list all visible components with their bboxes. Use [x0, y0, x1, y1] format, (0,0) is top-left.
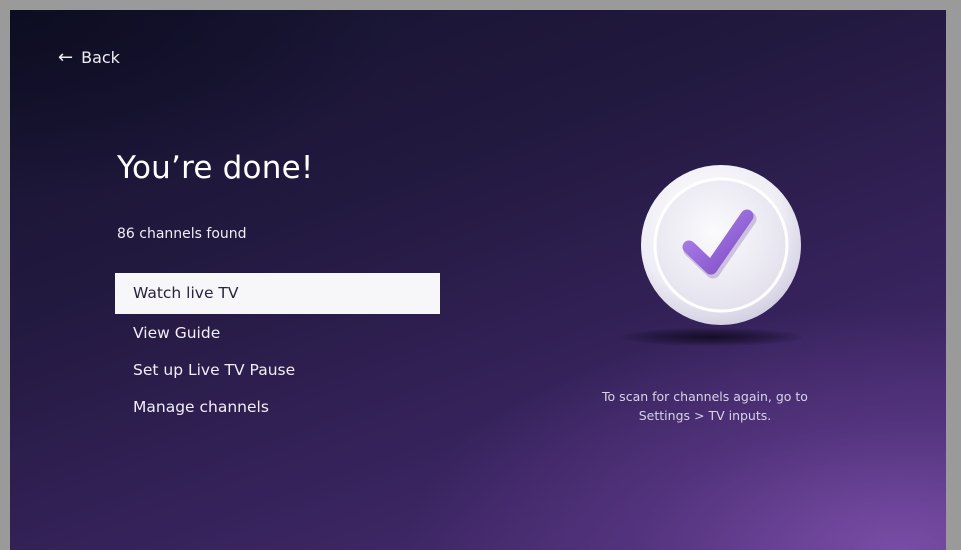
channels-found-text: 86 channels found [117, 226, 247, 242]
arrow-left-icon: ← [58, 46, 74, 68]
back-button[interactable]: ← Back [58, 48, 120, 67]
options-menu: Watch live TV View Guide Set up Live TV … [115, 273, 440, 426]
menu-item-view-guide[interactable]: View Guide [115, 315, 440, 352]
tv-frame: ← Back You’re done! 86 channels found Wa… [8, 8, 951, 550]
rescan-hint-line-2: Settings > TV inputs. [638, 408, 772, 423]
menu-item-live-tv-pause[interactable]: Set up Live TV Pause [115, 352, 440, 389]
rescan-hint-line-1: To scan for channels again, go to [602, 389, 808, 404]
tv-screen: ← Back You’re done! 86 channels found Wa… [10, 10, 946, 550]
checkmark-circle-icon [641, 165, 801, 325]
menu-item-watch-live-tv[interactable]: Watch live TV [115, 273, 440, 314]
back-label: Back [81, 48, 120, 67]
menu-item-manage-channels[interactable]: Manage channels [115, 389, 440, 426]
rescan-hint: To scan for channels again, go to Settin… [555, 387, 855, 425]
page-title: You’re done! [117, 150, 314, 186]
